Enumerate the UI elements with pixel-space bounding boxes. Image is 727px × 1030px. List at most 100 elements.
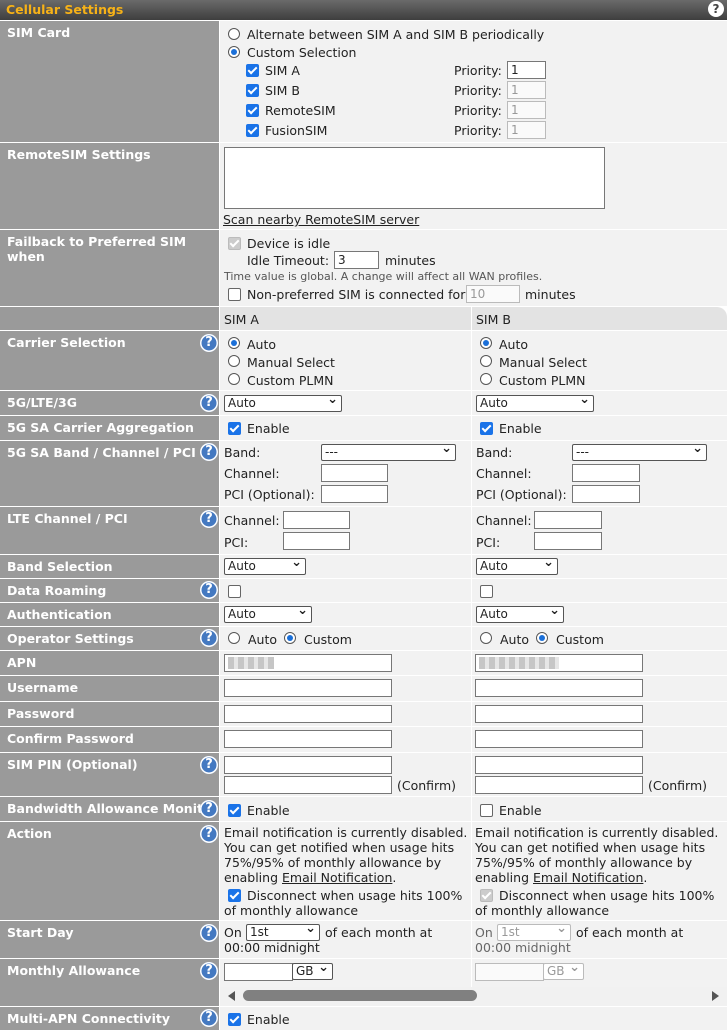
scan-remotesim-link[interactable]: Scan nearby RemoteSIM server <box>223 212 419 227</box>
auth-select-a[interactable]: Auto <box>224 603 312 623</box>
lte-pci-label: PCI: <box>476 535 501 550</box>
allowance-unit-select-b[interactable]: GB <box>543 960 584 980</box>
radio-carrier-manual-b[interactable] <box>480 355 492 367</box>
disconnect-label: Disconnect when usage hits 100% <box>247 888 463 903</box>
sa-channel-input-b[interactable] <box>572 464 640 482</box>
checkbox-roaming-a[interactable] <box>228 585 241 598</box>
simpin-confirm-input-a[interactable] <box>224 776 392 794</box>
radio-operator-custom-a[interactable] <box>284 632 296 644</box>
help-icon[interactable]: ? <box>200 756 218 774</box>
email-notification-link[interactable]: Email Notification <box>533 870 643 885</box>
label-operator-settings: Operator Settings <box>0 627 219 650</box>
radio-custom-selection[interactable] <box>228 46 240 58</box>
help-icon[interactable]: ? <box>200 581 218 599</box>
radio-carrier-plmn-a[interactable] <box>228 373 240 385</box>
network-select-a[interactable]: Auto <box>224 392 342 412</box>
nonpreferred-label: Non-preferred SIM is connected for <box>247 287 466 302</box>
allowance-input-b[interactable] <box>475 963 544 981</box>
priority-input-sim-a[interactable]: 1 <box>507 61 546 79</box>
sa-pci-input-a[interactable] <box>321 485 388 503</box>
band-selection-select-b[interactable]: Auto <box>476 555 558 575</box>
label-bandwidth-monitor: Bandwidth Allowance Monitor <box>0 797 219 821</box>
confirm-password-input-b[interactable] <box>475 730 643 748</box>
lte-channel-input-b[interactable] <box>534 511 602 529</box>
help-icon[interactable]: ? <box>200 334 218 352</box>
sa-band-select-b[interactable]: --- <box>572 441 707 461</box>
help-icon[interactable]: ? <box>200 800 218 818</box>
radio-operator-custom-b[interactable] <box>536 632 548 644</box>
sa-band-select-a[interactable]: --- <box>321 441 456 461</box>
radio-operator-auto-a[interactable] <box>228 632 240 644</box>
lte-pci-input-b[interactable] <box>534 532 602 550</box>
email-notification-link[interactable]: Email Notification <box>282 870 392 885</box>
scroll-left-arrow-icon[interactable] <box>228 991 235 1001</box>
radio-operator-auto-b[interactable] <box>480 632 492 644</box>
radio-carrier-auto-b[interactable] <box>480 337 492 349</box>
allowance-input-a[interactable] <box>224 963 293 981</box>
checkbox-fusionsim[interactable] <box>246 124 259 137</box>
username-input-b[interactable] <box>475 679 643 697</box>
checkbox-disconnect-a[interactable] <box>228 889 241 902</box>
password-input-a[interactable] <box>224 705 392 723</box>
help-icon[interactable]: ? <box>200 962 218 980</box>
simpin-confirm-input-b[interactable] <box>475 776 643 794</box>
start-day-select-a[interactable]: 1st <box>246 921 320 941</box>
checkbox-sim-b[interactable] <box>246 84 259 97</box>
label-band-selection: Band Selection <box>0 555 219 578</box>
password-input-b[interactable] <box>475 705 643 723</box>
network-select-b[interactable]: Auto <box>476 392 594 412</box>
sa-pci-input-b[interactable] <box>572 485 640 503</box>
help-icon[interactable]: ? <box>200 1009 218 1027</box>
start-day-select-b[interactable]: 1st <box>497 921 571 941</box>
scrollbar-thumb[interactable] <box>243 990 477 1001</box>
simpin-input-a[interactable] <box>224 756 392 774</box>
checkbox-remotesim[interactable] <box>246 104 259 117</box>
checkbox-multi-apn[interactable] <box>228 1013 241 1026</box>
checkbox-ca-a[interactable] <box>228 422 241 435</box>
label-carrier-selection: Carrier Selection <box>0 331 219 390</box>
radio-carrier-auto-a[interactable] <box>228 337 240 349</box>
checkbox-device-idle[interactable] <box>228 237 241 250</box>
scroll-right-arrow-icon[interactable] <box>712 991 719 1001</box>
checkbox-disconnect-b[interactable] <box>480 889 493 902</box>
confirm-password-input-a[interactable] <box>224 730 392 748</box>
checkbox-nonpreferred[interactable] <box>228 288 241 301</box>
checkbox-bandwidth-b[interactable] <box>480 804 493 817</box>
help-icon[interactable]: ? <box>200 629 218 647</box>
operator-cell-a: Auto Custom <box>220 627 471 650</box>
username-input-a[interactable] <box>224 679 392 697</box>
priority-input-fusionsim[interactable]: 1 <box>507 121 546 139</box>
nonpreferred-input[interactable]: 10 <box>466 285 520 303</box>
checkbox-bandwidth-a[interactable] <box>228 804 241 817</box>
idle-timeout-input[interactable]: 3 <box>334 251 379 269</box>
sa-channel-input-a[interactable] <box>321 464 388 482</box>
carrier-manual-label: Manual Select <box>247 355 335 370</box>
lte-channel-label: Channel: <box>476 513 532 528</box>
on-label: On <box>224 925 242 940</box>
help-icon[interactable]: ? <box>708 1 724 17</box>
help-icon[interactable]: ? <box>200 394 218 412</box>
help-icon[interactable]: ? <box>200 924 218 942</box>
simpin-cell-a: (Confirm) <box>220 753 471 796</box>
priority-input-sim-b[interactable]: 1 <box>507 81 546 99</box>
priority-input-remotesim[interactable]: 1 <box>507 101 546 119</box>
lte-pci-input-a[interactable] <box>283 532 350 550</box>
simpin-input-b[interactable] <box>475 756 643 774</box>
auth-select-b[interactable]: Auto <box>476 603 564 623</box>
label-blank <box>0 307 219 330</box>
radio-carrier-manual-a[interactable] <box>228 355 240 367</box>
help-icon[interactable]: ? <box>200 825 218 843</box>
allowance-unit-select-a[interactable]: GB <box>292 960 333 980</box>
band-label: Band: <box>224 445 261 460</box>
help-icon[interactable]: ? <box>200 443 218 461</box>
help-icon[interactable]: ? <box>200 510 218 528</box>
band-selection-select-a[interactable]: Auto <box>224 555 306 575</box>
checkbox-ca-b[interactable] <box>480 422 493 435</box>
horizontal-scrollbar[interactable] <box>220 987 727 1006</box>
lte-channel-input-a[interactable] <box>283 511 350 529</box>
radio-alternate[interactable] <box>228 28 240 40</box>
radio-carrier-plmn-b[interactable] <box>480 373 492 385</box>
remotesim-textarea[interactable] <box>224 147 605 209</box>
checkbox-roaming-b[interactable] <box>480 585 493 598</box>
checkbox-sim-a[interactable] <box>246 64 259 77</box>
